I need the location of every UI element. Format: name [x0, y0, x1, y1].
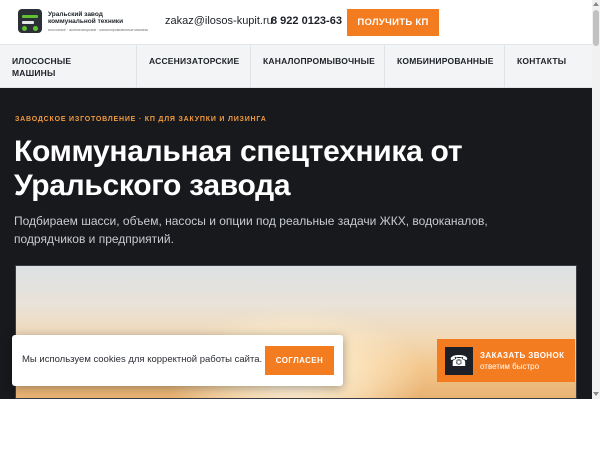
nav-item-label: ИЛОСОСНЫЕ МАШИНЫ — [12, 56, 72, 78]
callback-widget[interactable]: ☎ ЗАКАЗАТЬ ЗВОНОК ответим быстро — [437, 339, 575, 382]
nav-item-label: АССЕНИЗАТОРСКИЕ — [149, 56, 240, 66]
nav-item-label: КОНТАКТЫ — [517, 56, 567, 66]
brand-name-line1: Уральский завод — [48, 10, 103, 18]
hero-eyebrow: ЗАВОДСКОЕ ИЗГОТОВЛЕНИЕ · КП ДЛЯ ЗАКУПКИ … — [15, 116, 267, 123]
nav-item-label: КАНАЛОПРОМЫВОЧНЫЕ — [263, 56, 376, 66]
nav-item-contacts[interactable]: КОНТАКТЫ — [505, 45, 592, 89]
scroll-down-arrow-icon[interactable] — [593, 392, 599, 396]
callback-subtitle: ответим быстро — [480, 361, 540, 371]
nav-item-sewer-flushers[interactable]: КАНАЛОПРОМЫВОЧНЫЕ — [251, 45, 385, 89]
hero-lead: Подбираем шасси, объем, насосы и опции п… — [14, 214, 488, 246]
page-scrollbar[interactable] — [592, 0, 600, 399]
truck-logo-icon — [18, 9, 42, 33]
scroll-up-arrow-icon[interactable] — [593, 2, 599, 6]
brand-tagline: илососные · ассенизаторские · каналопром… — [48, 27, 149, 32]
hero-title: Коммунальная спецтехника от Уральского з… — [14, 135, 463, 202]
nav-item-label: КОМБИНИРОВАННЫЕ — [397, 56, 494, 66]
logo[interactable]: Уральский завод коммунальной техники ило… — [18, 9, 148, 33]
nav-item-vacuum-trucks[interactable]: ИЛОСОСНЫЕ МАШИНЫ — [0, 45, 137, 89]
main-nav: ИЛОСОСНЫЕ МАШИНЫ АССЕНИЗАТОРСКИЕ КАНАЛОП… — [0, 44, 592, 89]
cookie-accept-button[interactable]: СОГЛАСЕН — [265, 346, 334, 375]
phone-icon: ☎ — [445, 346, 473, 375]
header-email-link[interactable]: zakaz@ilosos-kupit.ru — [165, 15, 273, 27]
site-header: Уральский завод коммунальной техники ило… — [0, 0, 592, 44]
cookie-banner: Мы используем cookies для корректной раб… — [12, 335, 343, 386]
nav-item-sewage-trucks[interactable]: АССЕНИЗАТОРСКИЕ — [137, 45, 251, 89]
brand-name-line2: коммунальной техники — [48, 18, 124, 25]
cookie-text: Мы используем cookies для корректной раб… — [22, 354, 263, 365]
callback-title: ЗАКАЗАТЬ ЗВОНОК — [480, 350, 565, 360]
nav-item-combined[interactable]: КОМБИНИРОВАННЫЕ — [385, 45, 505, 89]
header-phone-link[interactable]: 8 922 0123-63 — [271, 15, 342, 27]
get-quote-button[interactable]: ПОЛУЧИТЬ КП — [347, 9, 439, 36]
scroll-thumb[interactable] — [593, 10, 599, 46]
page-bottom-area — [0, 399, 600, 450]
